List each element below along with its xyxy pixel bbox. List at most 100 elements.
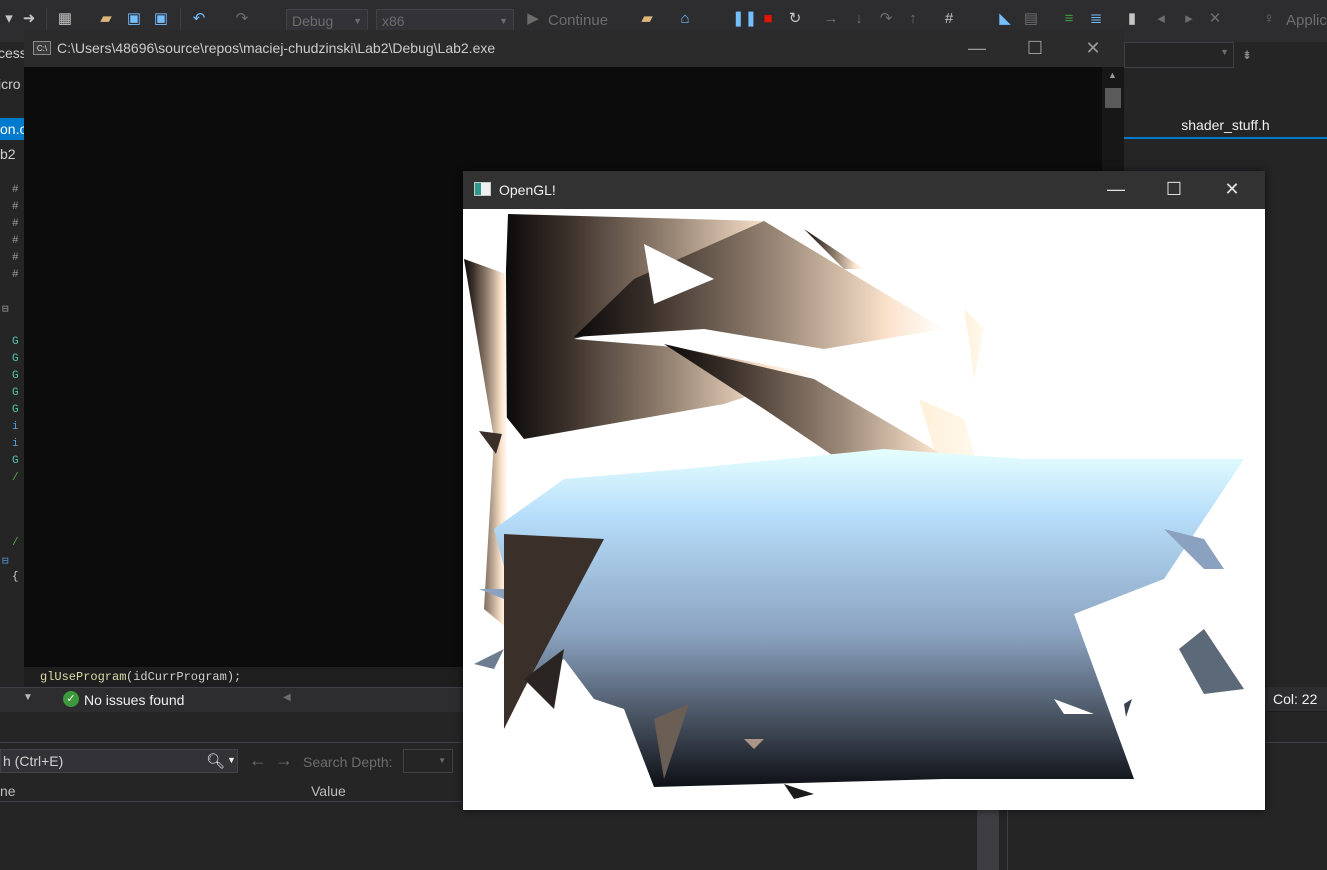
column-header-name[interactable]: ne [0, 783, 16, 799]
hex-display-icon[interactable]: # [940, 10, 958, 28]
code-fragment: i [12, 438, 19, 450]
show-next-statement-icon[interactable]: → [822, 10, 840, 28]
members-dropdown[interactable]: ▼ [1124, 42, 1234, 68]
watch-scrollbar[interactable] [977, 800, 999, 870]
restart-icon[interactable]: ↻ [786, 10, 804, 28]
redo-icon[interactable]: ↷ [233, 10, 251, 28]
code-fragment: i [12, 421, 19, 433]
code-fragment: G [12, 353, 19, 365]
watch-search-input[interactable]: h (Ctrl+E) 🔍︎ ▼ [0, 749, 238, 773]
search-depth-label: Search Depth: [303, 754, 393, 770]
search-icon[interactable]: 🔍︎ [206, 752, 225, 770]
code-fragment: # [12, 269, 19, 281]
code-fragment: # [12, 218, 19, 230]
step-out-icon[interactable]: ↑ [904, 10, 922, 28]
home-icon[interactable]: ⌂ [676, 10, 694, 28]
window-app-icon [474, 182, 491, 196]
scroll-left-icon[interactable]: ◀ [283, 692, 291, 703]
code-fragment: G [12, 387, 19, 399]
code-fragment: # [12, 184, 19, 196]
maximize-icon[interactable]: ☐ [1006, 30, 1064, 67]
step-over-icon[interactable]: ↷ [877, 10, 895, 28]
tab-shader-stuff[interactable]: shader_stuff.h [1124, 112, 1327, 139]
scrollbar-thumb[interactable] [1105, 88, 1121, 108]
open-folder-icon[interactable]: ▰ [97, 10, 115, 28]
chevron-down-icon[interactable]: ▼ [227, 755, 236, 765]
editor-status-bar: ▼ ✓ No issues found ◀ [0, 687, 464, 712]
opengl-window-title: OpenGL! [499, 182, 556, 198]
config-value: Debug [292, 13, 334, 29]
column-header-value[interactable]: Value [311, 783, 346, 799]
code-fragment: # [12, 201, 19, 213]
maximize-icon[interactable]: ☐ [1145, 171, 1203, 208]
chevron-down-icon: ▼ [1220, 47, 1229, 57]
column-indicator: Col: 22 [1273, 691, 1318, 707]
close-icon[interactable]: ✕ [1064, 30, 1122, 67]
code-fragment: # [12, 235, 19, 247]
application-insights-button[interactable]: Applic [1286, 12, 1327, 29]
indent-icon[interactable]: ≡ [1060, 10, 1078, 28]
console-titlebar[interactable]: C:\ C:\Users\48696\source\repos\maciej-c… [24, 30, 1124, 67]
status-right: Col: 22 [1264, 687, 1327, 711]
console-title: C:\Users\48696\source\repos\maciej-chudz… [57, 40, 496, 56]
code-fragment: { [12, 571, 19, 583]
chevron-down-icon: ▼ [499, 16, 508, 26]
back-arrow-icon[interactable]: ← [249, 750, 267, 771]
stop-icon[interactable]: ■ [759, 10, 777, 28]
pause-icon[interactable]: ❚❚ [732, 10, 757, 28]
lightbulb-icon[interactable]: ♀ [1260, 10, 1278, 28]
play-icon[interactable]: ▶ [524, 10, 542, 28]
tab-label-fragment[interactable]: icro [0, 76, 21, 92]
chevron-down-icon: ▼ [438, 756, 446, 765]
code-line[interactable]: glUseProgram (idCurrProgram); [24, 667, 464, 687]
prev-bookmark-icon[interactable]: ◂ [1152, 10, 1170, 28]
check-icon: ✓ [63, 691, 79, 707]
bookmark-icon[interactable]: ▮ [1123, 10, 1141, 28]
code-function-name: glUseProgram [40, 670, 127, 684]
continue-button[interactable]: Continue [548, 12, 608, 29]
navigate-forward-icon[interactable]: ➜ [20, 10, 38, 28]
dropdown-icon[interactable]: ▾ [0, 10, 18, 28]
step-into-icon[interactable]: ↓ [850, 10, 868, 28]
zoom-dropdown-icon[interactable]: ▼ [23, 692, 33, 703]
solution-explorer-strip: cess icro on.c b2 # # # # # # ⊟ G G G G … [0, 42, 24, 692]
layout-icon[interactable]: ▤ [1022, 10, 1040, 28]
code-fragment: / [12, 472, 19, 484]
forward-arrow-icon[interactable]: → [275, 750, 293, 771]
save-icon[interactable]: ▣ [125, 10, 143, 28]
code-fragment: G [12, 370, 19, 382]
split-icon[interactable]: ⇟ [1242, 48, 1252, 62]
pointer-icon[interactable]: ◣ [996, 10, 1014, 28]
comment-icon[interactable]: ≣ [1087, 10, 1105, 28]
config-dropdown[interactable]: Debug ▼ [286, 9, 368, 31]
search-placeholder: h (Ctrl+E) [3, 753, 64, 769]
chevron-down-icon: ▼ [353, 16, 362, 26]
save-all-icon[interactable]: ▣ [152, 10, 170, 28]
code-fragment: G [12, 455, 19, 467]
collapse-icon[interactable]: ⊟ [2, 554, 9, 568]
opengl-window[interactable]: OpenGL! — ☐ ✕ [463, 171, 1265, 810]
minimize-icon[interactable]: — [948, 30, 1006, 67]
project-tab[interactable]: b2 [0, 146, 16, 162]
code-fragment: G [12, 336, 19, 348]
close-icon[interactable]: ✕ [1203, 171, 1261, 208]
attach-process-icon[interactable]: ▰ [638, 10, 656, 28]
undo-icon[interactable]: ↶ [190, 10, 208, 28]
code-fragment: G [12, 404, 19, 416]
new-project-icon[interactable]: ▦ [56, 10, 74, 28]
collapse-icon[interactable]: ⊟ [2, 302, 9, 316]
scroll-up-icon[interactable]: ▲ [1108, 70, 1117, 80]
search-depth-dropdown[interactable]: ▼ [403, 749, 453, 773]
minimize-icon[interactable]: — [1087, 171, 1145, 208]
code-fragment: # [12, 252, 19, 264]
platform-dropdown[interactable]: x86 ▼ [376, 9, 514, 31]
platform-value: x86 [382, 13, 405, 29]
next-bookmark-icon[interactable]: ▸ [1180, 10, 1198, 28]
tab-label-fragment[interactable]: cess [0, 45, 24, 61]
active-file-tab[interactable]: on.c [0, 118, 24, 140]
console-app-icon: C:\ [33, 41, 51, 55]
clear-bookmarks-icon[interactable]: ✕ [1206, 10, 1224, 28]
opengl-render-canvas[interactable] [464, 209, 1264, 809]
issues-status[interactable]: No issues found [84, 692, 184, 708]
opengl-titlebar[interactable]: OpenGL! — ☐ ✕ [463, 171, 1265, 209]
